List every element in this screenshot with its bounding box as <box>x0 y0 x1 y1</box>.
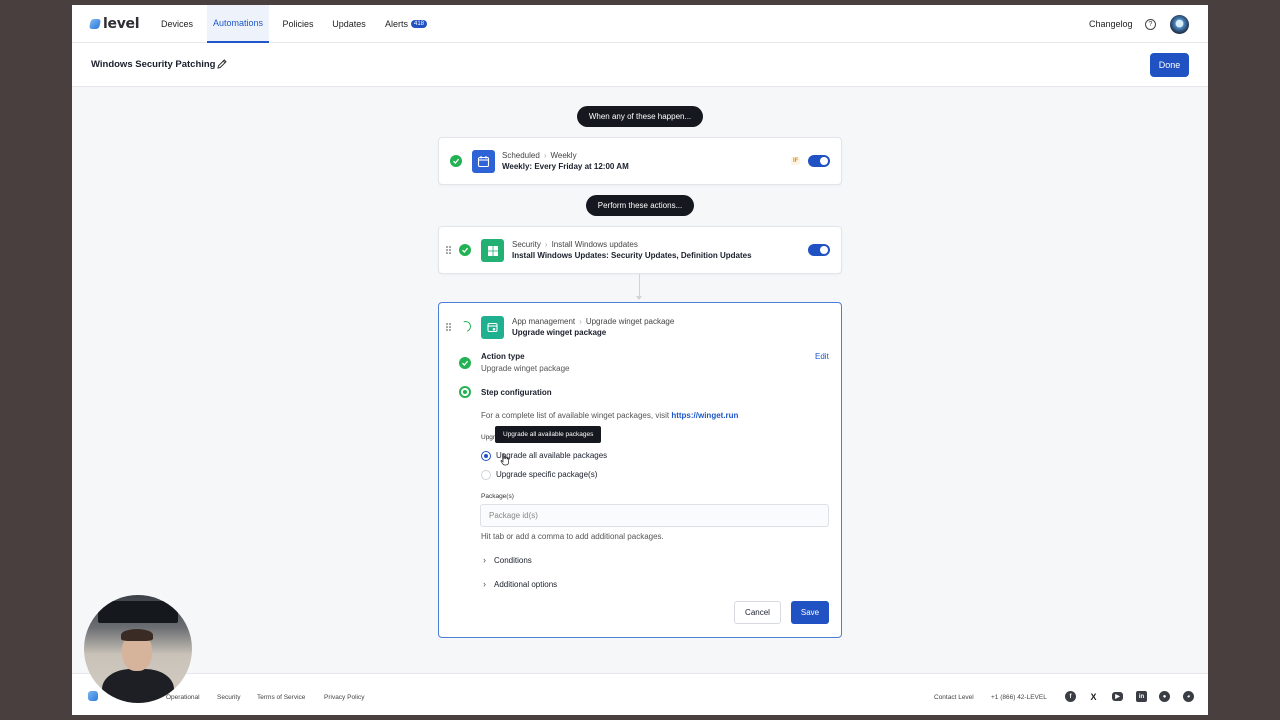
packages-label: Package(s) <box>481 493 514 500</box>
trigger-title: Weekly: Every Friday at 12:00 AM <box>502 162 629 171</box>
chevron-right-icon: › <box>579 317 582 326</box>
winget-help-text: For a complete list of available winget … <box>481 411 738 420</box>
contact-level-link[interactable]: Contact Level <box>934 694 974 701</box>
drag-handle-icon[interactable] <box>446 246 452 254</box>
action-breadcrumb: Security › Install Windows updates <box>512 240 638 249</box>
logo-text: level <box>103 16 140 32</box>
editor-breadcrumb: App management › Upgrade winget package <box>512 317 674 326</box>
chevron-right-icon: › <box>543 151 547 160</box>
user-avatar[interactable] <box>1170 15 1189 34</box>
tooltip: Upgrade all available packages <box>495 426 602 443</box>
package-ids-input[interactable] <box>480 504 829 527</box>
app-window: level Devices Automations Policies Updat… <box>72 5 1208 715</box>
reddit-icon[interactable]: ◕ <box>1183 691 1194 702</box>
action-title: Install Windows Updates: Security Update… <box>512 251 752 260</box>
changelog-link[interactable]: Changelog <box>1089 19 1133 29</box>
github-icon[interactable]: ● <box>1159 691 1170 702</box>
radio-upgrade-all[interactable] <box>481 451 491 461</box>
linkedin-icon[interactable]: in <box>1136 691 1147 702</box>
winget-help-sentence: For a complete list of available winget … <box>481 411 670 420</box>
action-type-label: Action type <box>481 352 525 361</box>
level-logo[interactable]: level <box>88 16 140 32</box>
flow-arrow-icon <box>636 296 642 300</box>
chevron-right-icon: › <box>483 555 486 565</box>
additional-options-expander[interactable]: › Additional options <box>483 579 557 589</box>
if-badge: IF <box>791 157 801 165</box>
level-logo-small-icon <box>88 691 98 701</box>
trigger-breadcrumb: Scheduled › Weekly <box>502 151 577 160</box>
packages-hint: Hit tab or add a comma to add additional… <box>481 532 664 541</box>
trigger-enabled-toggle[interactable] <box>808 155 830 167</box>
pencil-icon[interactable] <box>216 58 228 70</box>
action-enabled-toggle[interactable] <box>808 244 830 256</box>
windows-icon <box>481 239 504 262</box>
editor-category: App management <box>512 317 576 326</box>
winget-run-link[interactable]: https://winget.run <box>671 411 738 420</box>
upgrade-mode-label: Upgr <box>481 434 496 441</box>
edit-action-type-link[interactable]: Edit <box>815 352 829 361</box>
conditions-expander[interactable]: › Conditions <box>483 555 532 565</box>
conditions-label: Conditions <box>494 555 532 565</box>
editor-title: Upgrade winget package <box>512 328 607 337</box>
footer: Operational Security Terms of Service Pr… <box>72 673 1208 715</box>
radio-upgrade-specific[interactable] <box>481 470 491 480</box>
nav-devices[interactable]: Devices <box>156 5 198 43</box>
package-icon <box>481 316 504 339</box>
facebook-icon[interactable]: f <box>1065 691 1076 702</box>
nav-alerts[interactable]: Alerts 418 <box>382 5 430 43</box>
trigger-section-pill: When any of these happen... <box>577 106 703 127</box>
action-subcategory: Install Windows updates <box>551 240 638 249</box>
chevron-right-icon: › <box>544 240 548 249</box>
youtube-icon[interactable]: ▶ <box>1112 692 1123 701</box>
trigger-subcategory: Weekly <box>550 151 577 160</box>
cancel-button[interactable]: Cancel <box>734 601 781 624</box>
help-icon[interactable]: ? <box>1145 19 1156 30</box>
action-status-check-icon <box>459 244 471 256</box>
flow-connector <box>639 274 640 298</box>
webcam-person-body <box>102 669 174 703</box>
nav-automations[interactable]: Automations <box>207 5 269 43</box>
page-title: Windows Security Patching <box>91 59 216 70</box>
trigger-category: Scheduled <box>502 151 540 160</box>
nav-alerts-label: Alerts <box>384 19 408 29</box>
done-button[interactable]: Done <box>1150 53 1189 77</box>
radio-upgrade-all-label[interactable]: Upgrade all available packages <box>496 451 607 460</box>
webcam-background-monitor <box>98 601 178 623</box>
footer-link-terms[interactable]: Terms of Service <box>257 694 305 701</box>
top-navigation: level Devices Automations Policies Updat… <box>72 5 1208 43</box>
mouse-cursor-icon <box>500 453 509 466</box>
webcam-overlay <box>84 595 192 703</box>
trigger-status-check-icon <box>450 155 462 167</box>
page-header: Windows Security Patching Done <box>72 43 1208 87</box>
nav-policies[interactable]: Policies <box>278 5 318 43</box>
drag-handle-icon[interactable] <box>446 323 452 331</box>
webcam-person-hair <box>121 629 153 641</box>
footer-link-privacy[interactable]: Privacy Policy <box>324 694 364 701</box>
actions-section-pill: Perform these actions... <box>586 195 694 216</box>
radio-upgrade-specific-label[interactable]: Upgrade specific package(s) <box>496 470 597 479</box>
nav-updates[interactable]: Updates <box>328 5 370 43</box>
footer-link-security[interactable]: Security <box>217 694 240 701</box>
additional-options-label: Additional options <box>494 579 558 589</box>
phone-number: +1 (866) 42-LEVEL <box>991 694 1047 701</box>
action-type-value: Upgrade winget package <box>481 364 570 373</box>
x-icon[interactable]: X <box>1088 691 1099 702</box>
level-logo-icon <box>88 19 102 29</box>
step-config-active-icon <box>459 386 471 398</box>
action-category: Security <box>512 240 541 249</box>
trigger-card[interactable] <box>438 137 842 185</box>
alerts-count-badge: 418 <box>411 20 428 28</box>
calendar-icon <box>472 150 495 173</box>
editor-subcategory: Upgrade winget package <box>585 317 675 326</box>
chevron-right-icon: › <box>483 579 486 589</box>
step-config-label: Step configuration <box>481 388 552 397</box>
save-button[interactable]: Save <box>791 601 829 624</box>
action-type-check-icon <box>459 357 471 369</box>
